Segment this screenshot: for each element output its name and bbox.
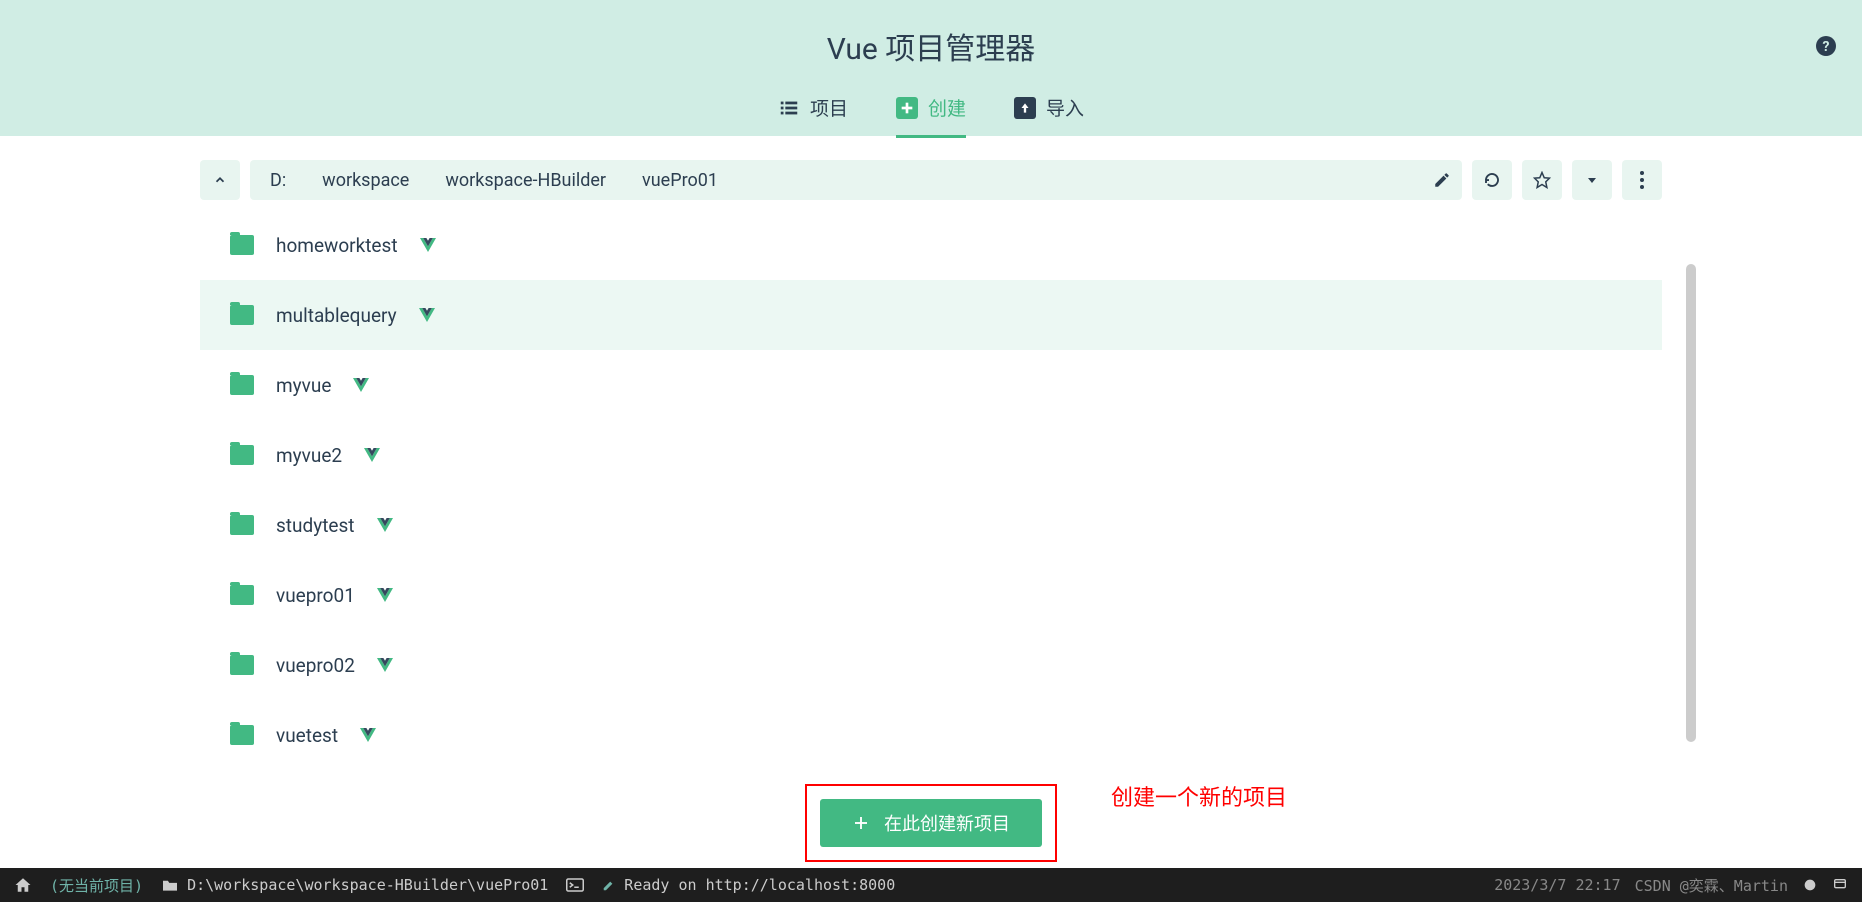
list-item[interactable]: vuepro01 bbox=[200, 560, 1662, 630]
app-header: Vue 项目管理器 项目 创建 导入 ? bbox=[0, 0, 1862, 136]
vue-icon bbox=[364, 448, 380, 462]
notification-icon[interactable] bbox=[1832, 877, 1848, 893]
status-path-item[interactable]: D:\workspace\workspace-HBuilder\vuePro01 bbox=[161, 876, 548, 894]
status-ready-item[interactable]: Ready on http://localhost:8000 bbox=[602, 876, 895, 894]
svg-text:?: ? bbox=[1823, 39, 1830, 55]
annotation-box: 在此创建新项目 bbox=[805, 784, 1057, 862]
tab-label: 项目 bbox=[810, 94, 848, 121]
list-item[interactable]: vuetest bbox=[200, 700, 1662, 770]
vue-icon bbox=[419, 308, 435, 322]
refresh-button[interactable] bbox=[1472, 160, 1512, 200]
list-item-label: myvue2 bbox=[276, 444, 342, 467]
tab-projects[interactable]: 项目 bbox=[778, 94, 848, 138]
folder-icon bbox=[230, 655, 254, 675]
folder-icon bbox=[230, 515, 254, 535]
edit-path-button[interactable] bbox=[1422, 160, 1462, 200]
tab-label: 导入 bbox=[1046, 94, 1084, 121]
pencil-icon bbox=[602, 878, 616, 892]
list-item-label: vuepro02 bbox=[276, 654, 355, 677]
list-item-label: vuepro01 bbox=[276, 584, 355, 607]
list-item-label: multablequery bbox=[276, 304, 397, 327]
favorite-button[interactable] bbox=[1522, 160, 1562, 200]
list-item-label: studytest bbox=[276, 514, 355, 537]
folder-icon bbox=[161, 878, 179, 892]
folder-icon bbox=[230, 585, 254, 605]
watermark: CSDN @奕霖、Martin bbox=[1635, 875, 1788, 896]
list-item[interactable]: myvue2 bbox=[200, 420, 1662, 490]
toolbar: D: workspace workspace-HBuilder vuePro01 bbox=[200, 160, 1662, 200]
app-title: Vue 项目管理器 bbox=[827, 24, 1036, 68]
main-content: D: workspace workspace-HBuilder vuePro01 bbox=[0, 160, 1862, 862]
tabs: 项目 创建 导入 bbox=[778, 94, 1084, 138]
dropdown-button[interactable] bbox=[1572, 160, 1612, 200]
status-ready: Ready on http://localhost:8000 bbox=[624, 876, 895, 894]
folder-icon bbox=[230, 305, 254, 325]
vue-icon bbox=[377, 518, 393, 532]
status-timestamp: 2023/3/7 22:17 bbox=[1494, 876, 1620, 894]
list-item[interactable]: studytest bbox=[200, 490, 1662, 560]
list-item[interactable]: homeworktest bbox=[200, 210, 1662, 280]
scrollbar[interactable] bbox=[1686, 264, 1696, 742]
list-item-label: homeworktest bbox=[276, 234, 398, 257]
breadcrumb[interactable]: D: workspace workspace-HBuilder vuePro01 bbox=[250, 160, 1462, 200]
list-item-label: myvue bbox=[276, 374, 331, 397]
file-list: homeworktest multablequery myvue myvue2 stud… bbox=[200, 210, 1662, 770]
create-project-button[interactable]: 在此创建新项目 bbox=[820, 799, 1042, 847]
breadcrumb-segment[interactable]: workspace bbox=[314, 166, 417, 195]
tray-icon[interactable] bbox=[1802, 877, 1818, 893]
breadcrumb-segment[interactable]: workspace-HBuilder bbox=[437, 166, 614, 195]
folder-icon bbox=[230, 235, 254, 255]
list-icon bbox=[778, 97, 800, 119]
breadcrumb-segment[interactable]: vuePro01 bbox=[634, 166, 726, 195]
create-button-label: 在此创建新项目 bbox=[884, 810, 1010, 836]
upload-icon bbox=[1014, 97, 1036, 119]
vue-icon bbox=[420, 238, 436, 252]
home-icon[interactable] bbox=[14, 876, 32, 894]
create-area: 在此创建新项目 创建一个新的项目 bbox=[200, 784, 1662, 862]
tab-label: 创建 bbox=[928, 94, 966, 121]
breadcrumb-segment[interactable]: D: bbox=[262, 166, 294, 195]
statusbar: (无当前项目) D:\workspace\workspace-HBuilder\… bbox=[0, 868, 1862, 902]
list-item-label: vuetest bbox=[276, 724, 338, 747]
list-item[interactable]: multablequery bbox=[200, 280, 1662, 350]
vue-icon bbox=[353, 378, 369, 392]
folder-icon bbox=[230, 725, 254, 745]
help-icon[interactable]: ? bbox=[1814, 34, 1838, 58]
tab-create[interactable]: 创建 bbox=[896, 94, 966, 138]
more-button[interactable] bbox=[1622, 160, 1662, 200]
status-no-project: (无当前项目) bbox=[50, 875, 143, 896]
folder-icon bbox=[230, 375, 254, 395]
vue-icon bbox=[377, 658, 393, 672]
vue-icon bbox=[377, 588, 393, 602]
up-button[interactable] bbox=[200, 160, 240, 200]
status-path: D:\workspace\workspace-HBuilder\vuePro01 bbox=[187, 876, 548, 894]
plus-icon bbox=[896, 97, 918, 119]
annotation-label: 创建一个新的项目 bbox=[1111, 780, 1287, 812]
folder-icon bbox=[230, 445, 254, 465]
vue-icon bbox=[360, 728, 376, 742]
tab-import[interactable]: 导入 bbox=[1014, 94, 1084, 138]
list-item[interactable]: vuepro02 bbox=[200, 630, 1662, 700]
terminal-icon[interactable] bbox=[566, 878, 584, 892]
list-item[interactable]: myvue bbox=[200, 350, 1662, 420]
